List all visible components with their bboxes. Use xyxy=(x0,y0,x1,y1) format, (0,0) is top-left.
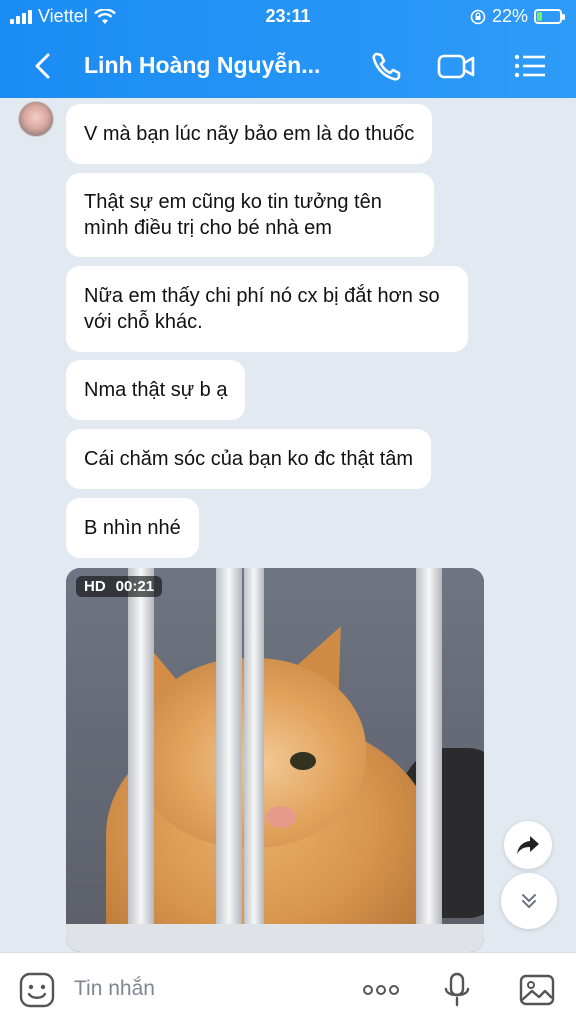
message-bubble[interactable]: Nma thật sự b ạ xyxy=(66,360,246,420)
battery-icon xyxy=(534,9,565,24)
message-bubble[interactable]: Thật sự em cũng ko tin tưởng tên mình đi… xyxy=(66,173,434,257)
contact-name[interactable]: Linh Hoàng Nguyễn... xyxy=(84,52,344,79)
cage-bar xyxy=(128,568,154,952)
sticker-icon[interactable] xyxy=(18,971,56,1009)
message-composer: Tin nhắn xyxy=(0,952,576,1024)
battery-percent: 22% xyxy=(491,6,528,26)
status-right: 22% xyxy=(470,6,565,27)
message-text: Nma thật sự b ạ xyxy=(84,379,228,401)
menu-icon[interactable] xyxy=(510,48,550,84)
microphone-icon[interactable] xyxy=(438,971,476,1009)
double-chevron-down-icon xyxy=(522,894,536,908)
message-text: Cái chăm sóc của bạn ko đc thật tâm xyxy=(84,448,414,470)
more-options-icon[interactable] xyxy=(362,971,400,1009)
cage-floor xyxy=(66,924,484,952)
phone-call-icon[interactable] xyxy=(368,48,408,84)
scroll-down-button[interactable] xyxy=(501,873,557,929)
image-icon[interactable] xyxy=(518,971,556,1009)
message-text: Thật sự em cũng ko tin tưởng tên mình đi… xyxy=(84,191,382,239)
message-bubble[interactable]: V mà bạn lúc nãy bảo em là do thuốc xyxy=(66,104,433,164)
message-bubble[interactable]: B nhìn nhé xyxy=(66,498,199,558)
message-text: B nhìn nhé xyxy=(84,517,181,539)
video-call-icon[interactable] xyxy=(436,48,476,84)
chat-header: Viettel 23:11 22% Linh Hoàng Nguyễn... xyxy=(0,0,576,98)
video-info-badge: HD 00:21 xyxy=(76,576,163,597)
cat-nose xyxy=(266,806,296,828)
message-bubble[interactable]: Cái chăm sóc của bạn ko đc thật tâm xyxy=(66,429,432,489)
status-bar: Viettel 23:11 22% xyxy=(0,0,576,32)
video-duration: 00:21 xyxy=(115,578,155,595)
cat-eye xyxy=(290,752,316,770)
cage-bar xyxy=(216,568,242,952)
orientation-lock-icon xyxy=(470,9,486,24)
cage-bar xyxy=(244,568,264,952)
video-message[interactable]: HD 00:21 xyxy=(66,568,484,952)
nav-bar: Linh Hoàng Nguyễn... xyxy=(0,40,576,92)
video-quality: HD xyxy=(84,578,106,595)
contact-avatar[interactable] xyxy=(18,101,54,137)
back-icon[interactable] xyxy=(28,50,60,82)
message-text: Nữa em thấy chi phí nó cx bị đắt hơn so … xyxy=(84,285,440,333)
forward-button[interactable] xyxy=(504,821,552,869)
battery-fill xyxy=(537,12,543,21)
message-input[interactable]: Tin nhắn xyxy=(74,977,155,1001)
message-text: V mà bạn lúc nãy bảo em là do thuốc xyxy=(84,123,415,145)
cage-bar xyxy=(416,568,442,952)
message-bubble[interactable]: Nữa em thấy chi phí nó cx bị đắt hơn so … xyxy=(66,266,468,352)
forward-icon xyxy=(517,836,539,854)
